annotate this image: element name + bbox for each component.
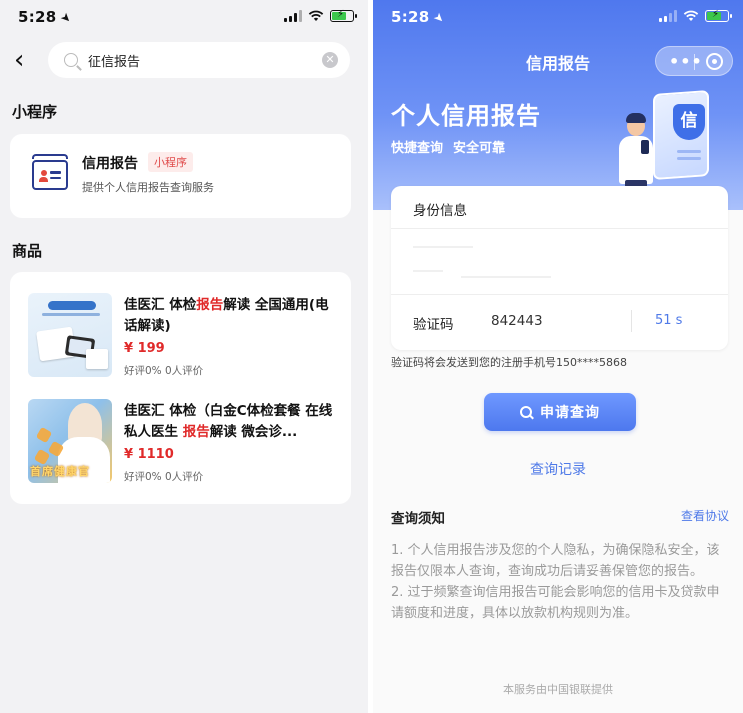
- identity-info-title: 身份信息: [413, 203, 467, 219]
- apply-query-button[interactable]: 申请查询: [484, 393, 636, 431]
- status-time: 5:28➤: [391, 8, 448, 27]
- mini-program-section-title: 小程序: [12, 103, 58, 121]
- hero-subtitle: 快捷查询 安全可靠: [391, 137, 515, 156]
- mini-program-name: 信用报告: [82, 156, 138, 172]
- clear-search-icon[interactable]: ✕: [322, 52, 338, 68]
- goods-section-title: 商品: [12, 242, 43, 260]
- query-history-link[interactable]: 查询记录: [373, 459, 743, 479]
- mini-program-description: 提供个人信用报告查询服务: [82, 181, 214, 194]
- credit-shield-icon: 信: [673, 104, 705, 140]
- mini-program-tag: 小程序: [148, 152, 193, 172]
- search-results-screen: 5:28➤ ⚡ ‹ 征信报告 ✕ 小程序 信用报告 小程序 提供个人信用报告查询…: [0, 0, 368, 713]
- apply-query-label: 申请查询: [540, 405, 600, 421]
- goods-reviews: 好评0% 0人评价: [124, 471, 204, 483]
- goods-thumbnail: 首席健康官: [28, 399, 112, 483]
- goods-price: ¥ 199: [124, 341, 165, 356]
- goods-reviews: 好评0% 0人评价: [124, 365, 204, 377]
- status-bar: 5:28➤ ⚡: [0, 0, 368, 34]
- goods-item[interactable]: 首席健康官 佳医汇 体检（白金C体检套餐 在线私人医生 报告解读 微会诊... …: [10, 399, 351, 489]
- more-dots-icon[interactable]: •••: [669, 52, 703, 71]
- view-agreement-link[interactable]: 查看协议: [681, 507, 729, 524]
- wifi-icon: [683, 10, 699, 21]
- mini-program-capsule: •••: [655, 46, 733, 76]
- hero-subtitle-quick: 快捷查询: [391, 141, 444, 156]
- cellular-signal-icon: [284, 10, 302, 22]
- identity-form-card: 身份信息 验证码 842443 51 s: [391, 186, 728, 350]
- hero-title: 个人信用报告: [391, 102, 541, 130]
- goods-thumbnail: [28, 293, 112, 377]
- id-number-field[interactable]: [461, 276, 551, 278]
- status-bar: 5:28➤ ⚡: [373, 0, 743, 34]
- goods-price: ¥ 1110: [124, 447, 174, 462]
- hero-banner: 5:28➤ ⚡ 信用报告 ••• 个人信用报告 快捷查询 安全可靠 信: [373, 0, 743, 210]
- search-icon: [64, 53, 78, 67]
- goods-title: 佳医汇 体检（白金C体检套餐 在线私人医生 报告解读 微会诊...: [124, 403, 333, 440]
- goods-list-card: 佳医汇 体检报告解读 全国通用(电话解读) ¥ 199 好评0% 0人评价 首席…: [10, 272, 351, 504]
- resend-countdown: 51 s: [655, 313, 683, 328]
- battery-icon: ⚡: [705, 9, 732, 22]
- thumbnail-label: 首席健康官: [30, 465, 90, 478]
- search-icon: [520, 406, 532, 418]
- goods-item[interactable]: 佳医汇 体检报告解读 全国通用(电话解读) ¥ 199 好评0% 0人评价: [10, 293, 351, 383]
- verify-code-hint: 验证码将会发送到您的注册手机号150****5868: [391, 356, 627, 369]
- wifi-icon: [308, 10, 324, 21]
- goods-title: 佳医汇 体检报告解读 全国通用(电话解读): [124, 297, 329, 334]
- notice-item: 1. 个人信用报告涉及您的个人隐私，为确保隐私安全，该报告仅限本人查询，查询成功…: [391, 543, 720, 579]
- status-time: 5:28➤: [18, 8, 75, 27]
- notice-item: 2. 过于频繁查询信用报告可能会影响您的信用卡及贷款申请额度和进度，具体以放款机…: [391, 585, 720, 621]
- notice-title: 查询须知: [391, 511, 445, 527]
- mini-program-result-card[interactable]: 信用报告 小程序 提供个人信用报告查询服务: [10, 134, 351, 218]
- cellular-signal-icon: [659, 10, 677, 22]
- verify-code-label: 验证码: [413, 317, 454, 333]
- service-provider-footer: 本服务由中国银联提供: [503, 683, 613, 696]
- battery-icon: ⚡: [330, 9, 357, 22]
- name-field[interactable]: [413, 246, 473, 248]
- location-arrow-icon: ➤: [430, 9, 448, 27]
- credit-report-icon: [31, 154, 68, 190]
- hero-illustration: 信: [615, 90, 731, 192]
- hero-subtitle-safe: 安全可靠: [453, 141, 506, 156]
- search-input[interactable]: 征信报告 ✕: [48, 42, 350, 78]
- search-query-text: 征信报告: [88, 54, 141, 70]
- back-chevron-icon[interactable]: ‹: [14, 46, 38, 76]
- location-arrow-icon: ➤: [57, 9, 75, 27]
- notice-body: 1. 个人信用报告涉及您的个人隐私，为确保隐私安全，该报告仅限本人查询，查询成功…: [391, 540, 731, 624]
- credit-report-screen: 5:28➤ ⚡ 信用报告 ••• 个人信用报告 快捷查询 安全可靠 信 身份信息…: [373, 0, 743, 713]
- verify-code-input[interactable]: 842443: [491, 313, 543, 329]
- close-circle-icon[interactable]: [706, 53, 723, 70]
